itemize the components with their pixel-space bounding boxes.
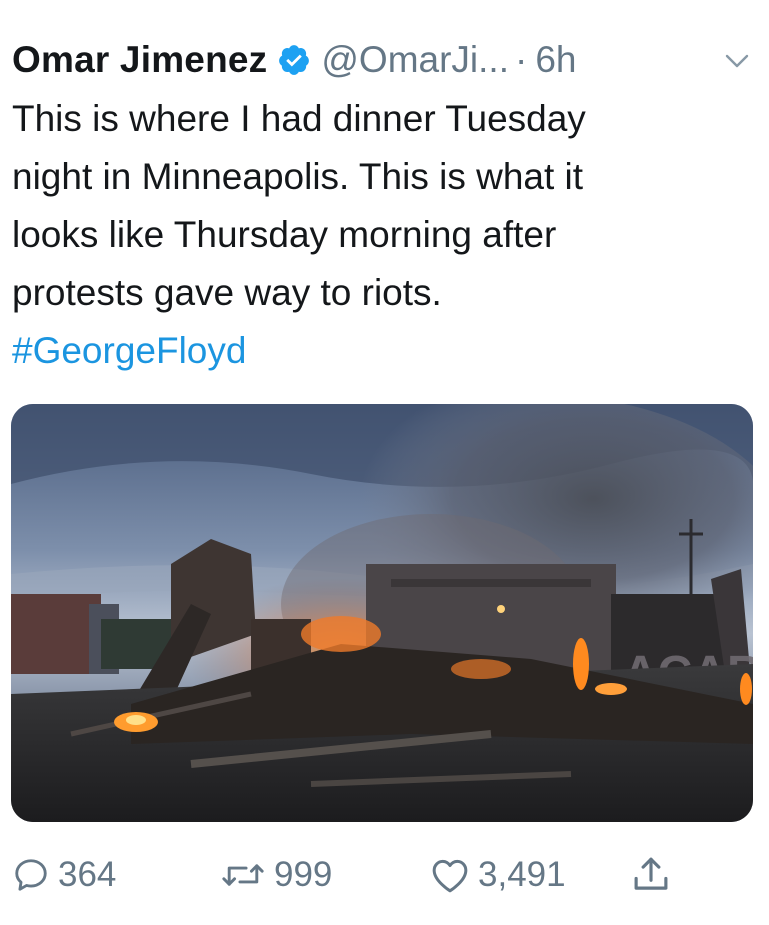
reply-count: 364 — [58, 855, 117, 894]
share-icon — [630, 854, 672, 896]
retweet-button[interactable]: 999 — [220, 846, 332, 904]
reply-icon — [12, 856, 50, 894]
chevron-down-icon[interactable] — [724, 48, 750, 74]
author-handle[interactable]: @OmarJi... — [321, 39, 509, 81]
tweet: Omar Jimenez @OmarJi... · 6h This is whe… — [0, 0, 769, 925]
verified-badge-icon — [277, 43, 311, 77]
heart-icon — [430, 856, 470, 894]
like-button[interactable]: 3,491 — [430, 846, 566, 904]
tweet-text-line: protests gave way to riots. — [12, 272, 442, 313]
tweet-text-line: This is where I had dinner Tuesday — [12, 98, 586, 139]
retweet-count: 999 — [274, 855, 333, 894]
like-count: 3,491 — [478, 855, 566, 894]
retweet-icon — [220, 856, 266, 894]
reply-button[interactable]: 364 — [12, 846, 116, 904]
tweet-text: This is where I had dinner Tuesday night… — [12, 90, 757, 380]
hashtag-link[interactable]: #GeorgeFloyd — [12, 322, 757, 380]
tweet-photo[interactable]: ACAB — [11, 404, 753, 822]
author-display-name[interactable]: Omar Jimenez — [12, 39, 267, 81]
tweet-text-line: looks like Thursday morning after — [12, 214, 557, 255]
tweet-header: Omar Jimenez @OmarJi... · 6h — [12, 34, 762, 86]
tweet-text-line: night in Minneapolis. This is what it — [12, 156, 584, 197]
tweet-actions: 364 999 3,491 — [12, 846, 712, 904]
tweet-timestamp[interactable]: 6h — [535, 39, 576, 81]
separator-dot: · — [514, 39, 528, 80]
share-button[interactable] — [630, 846, 672, 904]
